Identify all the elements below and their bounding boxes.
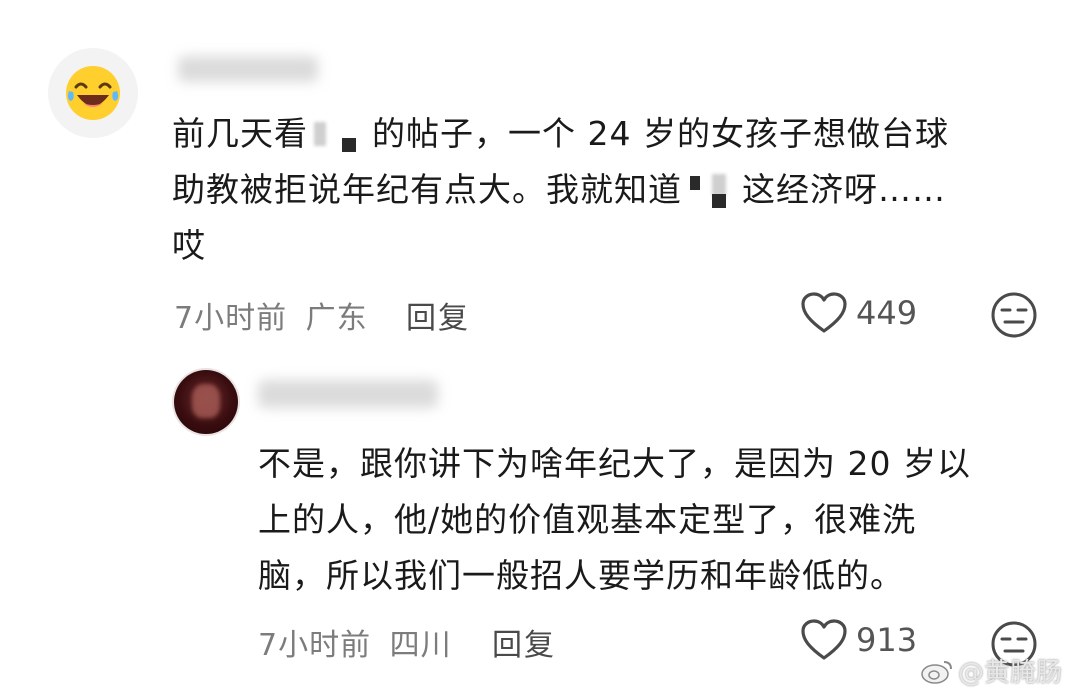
replier-avatar[interactable] [174,370,238,434]
redacted-text [308,116,372,156]
reply-text: 不是，跟你讲下为啥年纪大了，是因为 20 岁以 上的人，他/她的价值观基本定型了… [258,436,1038,604]
reply-like-count: 913 [856,621,918,659]
reply-button[interactable]: 回复 [406,293,470,337]
comment-location: 广东 [305,301,368,336]
comment-text-part: 前几天看 [172,114,308,153]
reply-text-part: 上的人，他/她的价值观基本定型了，很难洗 [258,500,917,539]
reply-location: 四川 [389,628,452,663]
commenter-name-blurred[interactable] [178,56,318,82]
commenter-avatar[interactable] [48,48,138,138]
reply-meta: 7小时前 四川 [258,620,452,664]
reply-to-reply-button[interactable]: 回复 [492,620,556,664]
watermark-text: @黄腌肠 [958,658,1063,688]
comment-text-part: 的帖子，一个 24 岁的女孩子想做台球 [372,114,949,153]
comment-time: 7小时前 [174,301,288,336]
comment-text: 前几天看 的帖子，一个 24 岁的女孩子想做台球 助教被拒说年纪有点大。我就知道 这… [172,106,1032,274]
comment-text-part: 助教被拒说年纪有点大。我就知道 [172,170,682,209]
reply-text-part: 脑，所以我们一般招人要学历和年龄低的。 [258,556,904,595]
comment-text-part: 这经济呀…… [742,170,946,209]
dislike-button[interactable] [990,291,1038,343]
watermark: @黄腌肠 [920,652,1062,689]
heart-outline-icon [801,619,847,660]
redacted-text [682,172,742,212]
comment-meta: 7小时前 广东 [174,293,368,337]
comment-text-part: 哎 [172,226,206,265]
replier-name-blurred[interactable] [258,380,438,408]
reply-time: 7小时前 [258,628,372,663]
neutral-face-icon [991,292,1037,338]
weibo-logo-icon [921,660,952,684]
like-count: 449 [856,294,918,332]
reply-like-button[interactable]: 913 [800,618,917,662]
reply-text-part: 不是，跟你讲下为啥年纪大了，是因为 20 岁以 [258,444,971,483]
heart-outline-icon [801,292,847,333]
like-button[interactable]: 449 [800,291,917,335]
laughing-tears-emoji-icon [66,66,120,120]
